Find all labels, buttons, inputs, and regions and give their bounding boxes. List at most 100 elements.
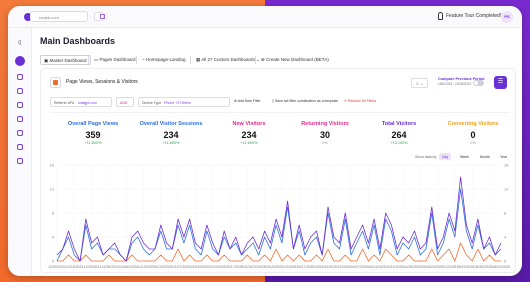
x-tick-label: 12/16/2024 — [66, 265, 84, 269]
metric-converting-visitors: Converting Visitors 0 0% — [435, 121, 511, 145]
y-tick-label: 0 — [504, 259, 507, 264]
filter-value: Phone +3 Others — [164, 101, 191, 105]
sidebar-item-users-icon[interactable] — [17, 116, 23, 122]
x-tick-label: 05/19/2025 — [457, 265, 475, 269]
x-tick-label: 03/03/2025 — [261, 265, 279, 269]
filter-label: Device Type — [142, 101, 162, 105]
url-bar[interactable]: ranjeb.com — [30, 11, 88, 22]
filter-device-type[interactable]: Device Type Phone +3 Others — [138, 97, 230, 107]
divider — [50, 112, 510, 113]
metric-change: +11,600% — [240, 141, 258, 145]
x-tick-label: 05/05/2025 — [421, 265, 439, 269]
x-tick-label: 03/10/2025 — [279, 265, 297, 269]
filter-referrer[interactable]: Referrer URL chatgpt.com — [50, 97, 112, 107]
x-tick-label: 04/28/2025 — [403, 265, 421, 269]
metric-new-visitors: New Visitors 234 +11,600% — [211, 121, 287, 145]
filter-value: chatgpt.com — [77, 101, 97, 105]
tab-divider — [255, 56, 256, 64]
tab-homepage-landing[interactable]: ◔ Homepage-Landing — [139, 55, 189, 65]
x-tick-label: 04/14/2025 — [368, 265, 386, 269]
browser-topbar: ranjeb.com Feature Tour Completed! PS — [8, 6, 522, 28]
metric-change: +13,100% — [390, 141, 408, 145]
x-tick-label: 01/20/2025 — [155, 265, 173, 269]
compare-toggle-knob — [474, 81, 478, 85]
feature-tour-label[interactable]: Feature Tour Completed! — [446, 13, 501, 19]
tab-all-custom-dashboards[interactable]: ▦ All 27 Custom Dashboards ⌄ — [193, 55, 263, 65]
tab-create-new-dashboard[interactable]: ⊕ Create New Dashboard (BETA) — [258, 55, 332, 65]
tab-label: All 27 Custom Dashboards — [201, 57, 255, 62]
tab-divider — [136, 56, 137, 64]
sidebar-item-reports-icon[interactable] — [17, 130, 23, 136]
avatar[interactable]: PS — [501, 11, 513, 23]
remove-filters-button[interactable]: ✕ Remove All Filters — [344, 99, 376, 103]
page-title: Main Dashboards — [40, 36, 116, 46]
metric-label: New Visitors — [232, 121, 266, 127]
add-filter-label: Add New Filter — [237, 99, 261, 103]
filter-operator[interactable]: AND — [116, 97, 134, 107]
y-tick-label: 12 — [504, 187, 509, 192]
series-line — [56, 176, 502, 262]
metric-total-visitors: Total Visitors 264 +13,100% — [361, 121, 437, 145]
save-filter-template-button[interactable]: ▯ Save set filter combination as a templ… — [272, 99, 338, 103]
sidebar: ⟨| — [8, 28, 32, 276]
sidebar-item-settings-icon[interactable] — [17, 158, 23, 164]
sidebar-item-dashboard[interactable] — [15, 56, 25, 66]
x-tick-label: 12/30/2024 — [102, 265, 120, 269]
x-tick-label: 06/02/2025 — [492, 265, 510, 269]
tab-master-dashboard[interactable]: ▣ Master Dashboard — [40, 55, 91, 65]
metric-page-views: Overall Page Views 359 +11,800% — [55, 121, 131, 145]
y-tick-label: 8 — [504, 211, 507, 216]
sidebar-item-analytics-icon[interactable] — [17, 74, 23, 80]
tab-pages-dashboard[interactable]: ▭ Pages Dashboard — [91, 55, 139, 65]
metric-value: 264 — [391, 130, 407, 140]
x-tick-label: 03/31/2025 — [332, 265, 350, 269]
tab-label: Create New Dashboard (BETA) — [266, 57, 329, 62]
x-tick-label: 03/24/2025 — [315, 265, 333, 269]
x-tick-label: 02/17/2025 — [226, 265, 244, 269]
x-tick-label: 05/12/2025 — [439, 265, 457, 269]
x-tick-label: 01/06/2025 — [119, 265, 137, 269]
sidebar-item-alerts-icon[interactable] — [17, 144, 23, 150]
metric-change: +11,600% — [162, 141, 180, 145]
collapse-sidebar-icon[interactable]: ⟨| — [18, 40, 21, 46]
app-window: ranjeb.com Feature Tour Completed! PS ⟨|… — [8, 6, 522, 276]
panel-menu-button[interactable]: ☰ — [494, 76, 507, 89]
x-tick-label: 01/13/2025 — [137, 265, 155, 269]
download-button[interactable]: ⇩ ⌄ — [411, 78, 428, 88]
filter-label: Referrer URL — [54, 101, 75, 105]
external-link-icon — [100, 14, 105, 19]
metric-value: 30 — [319, 130, 330, 140]
tab-label: Pages Dashboard — [99, 57, 136, 62]
metric-label: Converting Visitors — [447, 121, 499, 127]
panel-title: Page Views, Sessions & Visitors — [66, 79, 138, 85]
tab-label: Master Dashboard — [49, 58, 87, 63]
add-filter-button[interactable]: ⊕ Add New Filter — [234, 99, 261, 103]
metric-label: Returning Visitors — [301, 121, 349, 127]
metric-visitor-sessions: Overall Visitor Sessions 234 +11,600% — [133, 121, 209, 145]
chart-icon — [53, 80, 58, 85]
y-tick-label: 4 — [504, 235, 507, 240]
x-tick-label: 04/07/2025 — [350, 265, 368, 269]
sidebar-item-pages-icon[interactable] — [17, 102, 23, 108]
x-tick-label: 12/09/2024 — [48, 265, 66, 269]
metric-change: 0% — [322, 141, 328, 145]
metric-label: Overall Page Views — [67, 121, 119, 127]
metric-value: 234 — [241, 130, 257, 140]
sidebar-item-funnel-icon[interactable] — [17, 88, 23, 94]
metric-change: +11,800% — [84, 141, 102, 145]
x-tick-label: 02/10/2025 — [208, 265, 226, 269]
metric-label: Total Visitors — [381, 121, 417, 127]
lightbulb-icon — [438, 12, 443, 20]
y-tick-label: 4 — [52, 235, 55, 240]
compare-range-label: 18/5/2024 - 10/18/2024 — [438, 82, 471, 86]
metric-value: 234 — [163, 130, 179, 140]
y-tick-label: 16 — [504, 163, 509, 168]
y-tick-label: 8 — [52, 211, 55, 216]
y-tick-label: 12 — [50, 187, 55, 192]
x-tick-label: 02/03/2025 — [190, 265, 208, 269]
chart-panel: Page Views, Sessions & Visitors ⇩ ⌄ Comp… — [40, 68, 516, 273]
tab-divider — [190, 56, 191, 64]
x-tick-label: 02/24/2025 — [244, 265, 262, 269]
y-tick-label: 0 — [52, 259, 55, 264]
tab-label: Homepage-Landing — [145, 57, 186, 62]
